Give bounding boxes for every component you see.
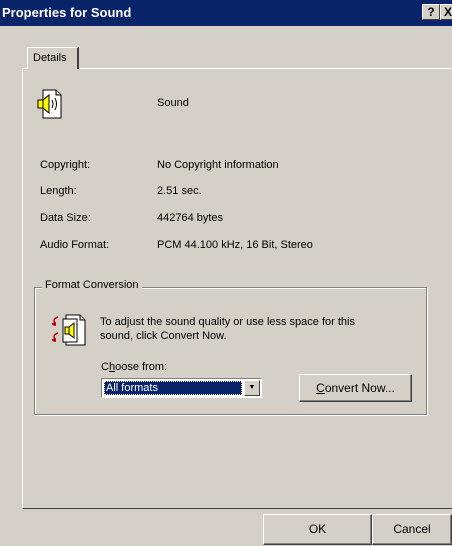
format-dropdown-value: All formats	[104, 381, 242, 395]
format-dropdown[interactable]: All formats ▼	[101, 378, 262, 398]
sound-file-icon	[37, 89, 62, 119]
choose-from-label: Choose from:	[101, 361, 168, 373]
convert-description: To adjust the sound quality or use less …	[100, 316, 355, 342]
data-size-label: Data Size:	[40, 212, 91, 224]
audio-format-label: Audio Format:	[40, 239, 110, 251]
audio-format-value: PCM 44.100 kHz, 16 Bit, Stereo	[157, 239, 313, 251]
copyright-value: No Copyright information	[157, 159, 279, 171]
title-bar[interactable]: Properties for Sound	[0, 0, 452, 26]
length-value: 2.51 sec.	[157, 185, 202, 197]
length-label: Length:	[40, 185, 77, 197]
copyright-label: Copyright:	[40, 159, 91, 171]
close-button[interactable]: X	[440, 4, 452, 20]
convert-sound-icon	[51, 314, 86, 346]
help-button[interactable]: ?	[422, 4, 440, 20]
tab-details[interactable]: Details	[27, 47, 79, 69]
window-title: Properties for Sound	[2, 5, 132, 20]
properties-window: Properties for Sound ? X Details Sound C…	[0, 0, 452, 546]
data-size-value: 442764 bytes	[157, 212, 224, 224]
convert-now-button[interactable]: Convert Now...	[299, 374, 412, 402]
dropdown-arrow-icon[interactable]: ▼	[244, 380, 260, 396]
cancel-button[interactable]: Cancel	[372, 514, 452, 545]
file-name: Sound	[157, 97, 189, 109]
format-conversion-label: Format Conversion	[42, 279, 142, 291]
ok-button[interactable]: OK	[263, 514, 372, 545]
